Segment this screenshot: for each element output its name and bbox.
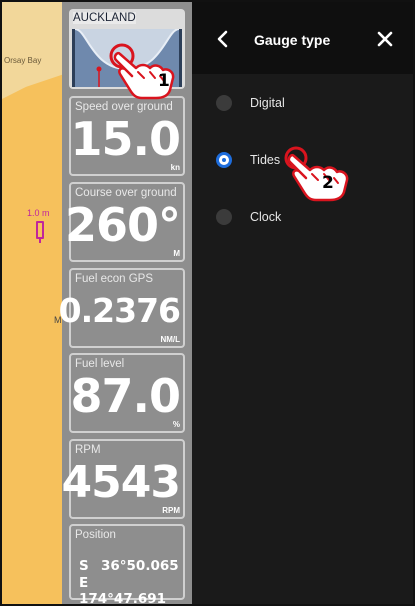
fuel-econ-gauge-unit: NM/L xyxy=(160,335,180,344)
course-gauge[interactable]: Course over ground 260° M xyxy=(65,182,185,262)
panel-title: Gauge type xyxy=(254,32,331,48)
gauge-type-panel: Gauge type Digital Tides Clock xyxy=(192,2,413,604)
map-place-label: Orsay Bay xyxy=(4,56,42,65)
chart-map[interactable]: Orsay Bay 1.0 m M xyxy=(2,2,62,604)
fuel-econ-gauge[interactable]: Fuel econ GPS 0.2376 NM/L xyxy=(59,268,185,348)
close-button[interactable] xyxy=(370,24,400,54)
tide-gauge-card[interactable]: AUCKLAND xyxy=(69,9,185,89)
tide-location-label: AUCKLAND xyxy=(73,12,136,24)
rpm-gauge-value: 4543 xyxy=(61,457,181,508)
fuel-level-gauge[interactable]: Fuel level 87.0 % xyxy=(69,353,185,433)
course-gauge-unit: M xyxy=(173,249,180,258)
option-tides[interactable]: Tides xyxy=(212,145,402,175)
option-digital-label: Digital xyxy=(250,96,285,110)
chevron-left-icon xyxy=(217,30,228,48)
course-gauge-value: 260° xyxy=(64,198,181,252)
option-clock[interactable]: Clock xyxy=(212,202,402,232)
rpm-gauge-unit: RPM xyxy=(162,506,180,515)
panel-header: Gauge type xyxy=(192,2,413,74)
screenshot-frame: Orsay Bay 1.0 m M AUCKLAND Speed over gr… xyxy=(0,0,415,606)
latitude-row: S 36°50.065 xyxy=(79,558,179,574)
position-gauge[interactable]: Position S 36°50.065 E174°47.691 xyxy=(69,524,185,604)
speed-gauge[interactable]: Speed over ground 15.0 kn xyxy=(69,96,185,176)
option-digital[interactable]: Digital xyxy=(212,88,402,118)
map-depth-label: 1.0 m xyxy=(27,208,50,218)
map-buoy-marker-icon[interactable] xyxy=(36,221,44,243)
longitude-value: 174°47.691 xyxy=(79,591,167,606)
close-icon xyxy=(377,31,393,47)
rpm-gauge[interactable]: RPM 4543 RPM xyxy=(62,439,185,519)
rpm-gauge-label: RPM xyxy=(75,444,101,456)
map-water-area xyxy=(2,2,62,99)
radio-tides[interactable] xyxy=(216,152,232,168)
fuel-econ-gauge-label: Fuel econ GPS xyxy=(75,273,153,285)
latitude-value: 36°50.065 xyxy=(101,558,179,574)
tide-graph xyxy=(72,29,182,87)
speed-gauge-value: 15.0 xyxy=(70,112,181,166)
position-gauge-label: Position xyxy=(75,529,116,541)
radio-clock[interactable] xyxy=(216,209,232,225)
option-clock-label: Clock xyxy=(250,210,282,224)
fuel-econ-gauge-value: 0.2376 xyxy=(58,291,181,330)
fuel-level-gauge-value: 87.0 xyxy=(70,369,181,423)
speed-gauge-unit: kn xyxy=(170,163,180,172)
back-button[interactable] xyxy=(208,24,238,54)
latitude-direction: S xyxy=(79,558,89,574)
radio-digital[interactable] xyxy=(216,95,232,111)
fuel-level-gauge-unit: % xyxy=(172,420,180,429)
gauge-column: AUCKLAND Speed over ground 15.0 kn Cours… xyxy=(59,2,192,604)
longitude-row: E174°47.691 xyxy=(79,575,183,606)
option-tides-label: Tides xyxy=(250,153,281,167)
longitude-direction: E xyxy=(79,575,89,591)
